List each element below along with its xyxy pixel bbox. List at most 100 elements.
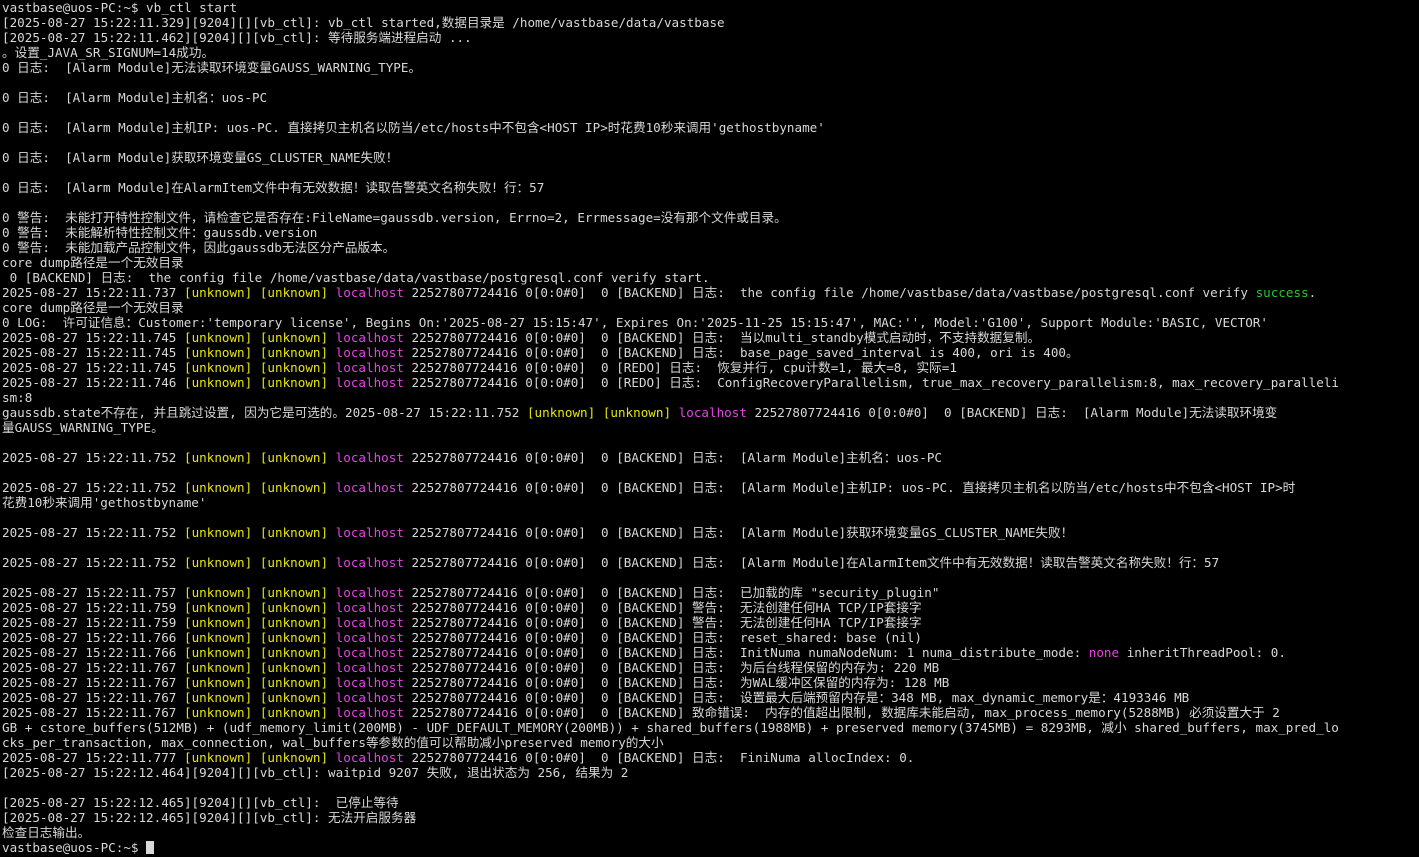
terminal-text-segment: vastbase@uos-PC:~$ vb_ctl start [2,0,238,15]
terminal-text-segment: [unknown] [259,600,329,615]
terminal-text-segment: [unknown] [259,645,329,660]
terminal-text-segment: localhost [335,285,404,300]
terminal-text-segment: [unknown] [259,705,329,720]
terminal-line: 2025-08-27 15:22:11.752 [unknown] [unkno… [2,480,1419,495]
terminal-text-segment: [unknown] [259,585,329,600]
terminal-text-segment: [unknown] [259,675,329,690]
terminal-text-segment: [unknown] [183,375,253,390]
terminal-text-segment: success [1255,285,1309,300]
terminal-text-segment: gaussdb.state不存在, 并且跳过设置, 因为它是可选的。2025-0… [2,405,527,420]
terminal-text-segment: 0 日志: [Alarm Module]主机名：uos-PC [2,90,268,105]
terminal-text-segment: 检查日志输出。 [2,825,91,840]
terminal-text-segment: 2025-08-27 15:22:11.757 [2,585,184,600]
terminal-text-segment: localhost [335,660,404,675]
terminal-line: [2025-08-27 15:22:11.462][9204][][vb_ctl… [2,30,1419,45]
terminal-text-segment: [unknown] [602,405,672,420]
terminal-text-segment: . [1308,285,1317,300]
terminal-line: [2025-08-27 15:22:12.464][9204][][vb_ctl… [2,765,1419,780]
terminal-text-segment: [unknown] [259,630,329,645]
terminal-text-segment: 2025-08-27 15:22:11.745 [2,330,184,345]
terminal-line: 2025-08-27 15:22:11.766 [unknown] [unkno… [2,645,1419,660]
terminal-text-segment: localhost [335,675,404,690]
terminal-text-segment: 2025-08-27 15:22:11.752 [2,525,184,540]
terminal-text-segment: localhost [335,630,404,645]
terminal-text-segment: [unknown] [183,330,253,345]
terminal-text-segment: 2025-08-27 15:22:11.746 [2,375,184,390]
terminal-text-segment: [2025-08-27 15:22:11.329][9204][][vb_ctl… [2,15,725,30]
terminal-text-segment: [unknown] [183,525,253,540]
terminal-text-segment: 22527807724416 0[0:0#0] 0 [BACKEND] 日志: … [746,405,1278,420]
terminal-text-segment: 2025-08-27 15:22:11.752 [2,450,184,465]
terminal-text-segment: 22527807724416 0[0:0#0] 0 [BACKEND] 日志: … [403,555,1220,570]
terminal-text-segment: cks_per_transaction, max_connection, wal… [2,735,664,750]
terminal-text-segment: [unknown] [259,450,329,465]
terminal-text-segment: 22527807724416 0[0:0#0] 0 [REDO] 日志: 恢复并… [403,360,957,375]
terminal-output[interactable]: vastbase@uos-PC:~$ vb_ctl start [2025-08-… [2,0,1419,857]
terminal-text-segment: [unknown] [259,750,329,765]
terminal-line: 2025-08-27 15:22:11.745 [unknown] [unkno… [2,330,1419,345]
terminal-lines: vastbase@uos-PC:~$ vb_ctl start [2025-08-… [2,0,1419,840]
terminal-text-segment: [unknown] [183,690,253,705]
terminal-line: 0 警告: 未能解析特性控制文件：gaussdb.version [2,225,1419,240]
terminal-text-segment: 花费10秒来调用'gethostbyname' [2,495,207,510]
terminal-text-segment: localhost [335,480,404,495]
terminal-text-segment: [unknown] [183,285,253,300]
terminal-text-segment: 22527807724416 0[0:0#0] 0 [BACKEND] 警告: … [403,600,922,615]
terminal-line: 2025-08-27 15:22:11.745 [unknown] [unkno… [2,360,1419,375]
terminal-text-segment: core dump路径是一个无效目录 [2,255,184,270]
terminal-line: 量GAUSS_WARNING_TYPE。 [2,420,1419,435]
terminal-text-segment: 2025-08-27 15:22:11.759 [2,615,184,630]
terminal-prompt-line[interactable]: vastbase@uos-PC:~$ [2,840,1419,855]
terminal-text-segment: [unknown] [183,600,253,615]
terminal-text-segment: 2025-08-27 15:22:11.745 [2,360,184,375]
terminal-text-segment: [unknown] [259,360,329,375]
terminal-text-segment: [unknown] [183,675,253,690]
shell-prompt: vastbase@uos-PC:~$ [2,840,147,855]
terminal-line: 2025-08-27 15:22:11.777 [unknown] [unkno… [2,750,1419,765]
terminal-text-segment: [unknown] [259,690,329,705]
terminal-text-segment: 2025-08-27 15:22:11.745 [2,345,184,360]
terminal-text-segment: 2025-08-27 15:22:11.767 [2,675,184,690]
terminal-text-segment: [unknown] [183,360,253,375]
terminal-line: 2025-08-27 15:22:11.745 [unknown] [unkno… [2,345,1419,360]
terminal-line: 2025-08-27 15:22:11.767 [unknown] [unkno… [2,705,1419,720]
terminal-line: 2025-08-27 15:22:11.767 [unknown] [unkno… [2,690,1419,705]
terminal-line: core dump路径是一个无效目录 [2,300,1419,315]
terminal-text-segment: 2025-08-27 15:22:11.766 [2,645,184,660]
terminal-text-segment: [unknown] [183,660,253,675]
terminal-text-segment: [unknown] [259,615,329,630]
terminal-line: 。设置_JAVA_SR_SIGNUM=14成功。 [2,45,1419,60]
terminal-text-segment: [unknown] [259,345,329,360]
terminal-text-segment: [unknown] [183,630,253,645]
terminal-line: 0 警告: 未能加载产品控制文件，因此gaussdb无法区分产品版本。 [2,240,1419,255]
terminal-text-segment: 0 日志: [Alarm Module]在AlarmItem文件中有无效数据！读… [2,180,545,195]
terminal-text-segment: localhost [335,330,404,345]
terminal-text-segment: 22527807724416 0[0:0#0] 0 [BACKEND] 日志: … [403,480,1296,495]
